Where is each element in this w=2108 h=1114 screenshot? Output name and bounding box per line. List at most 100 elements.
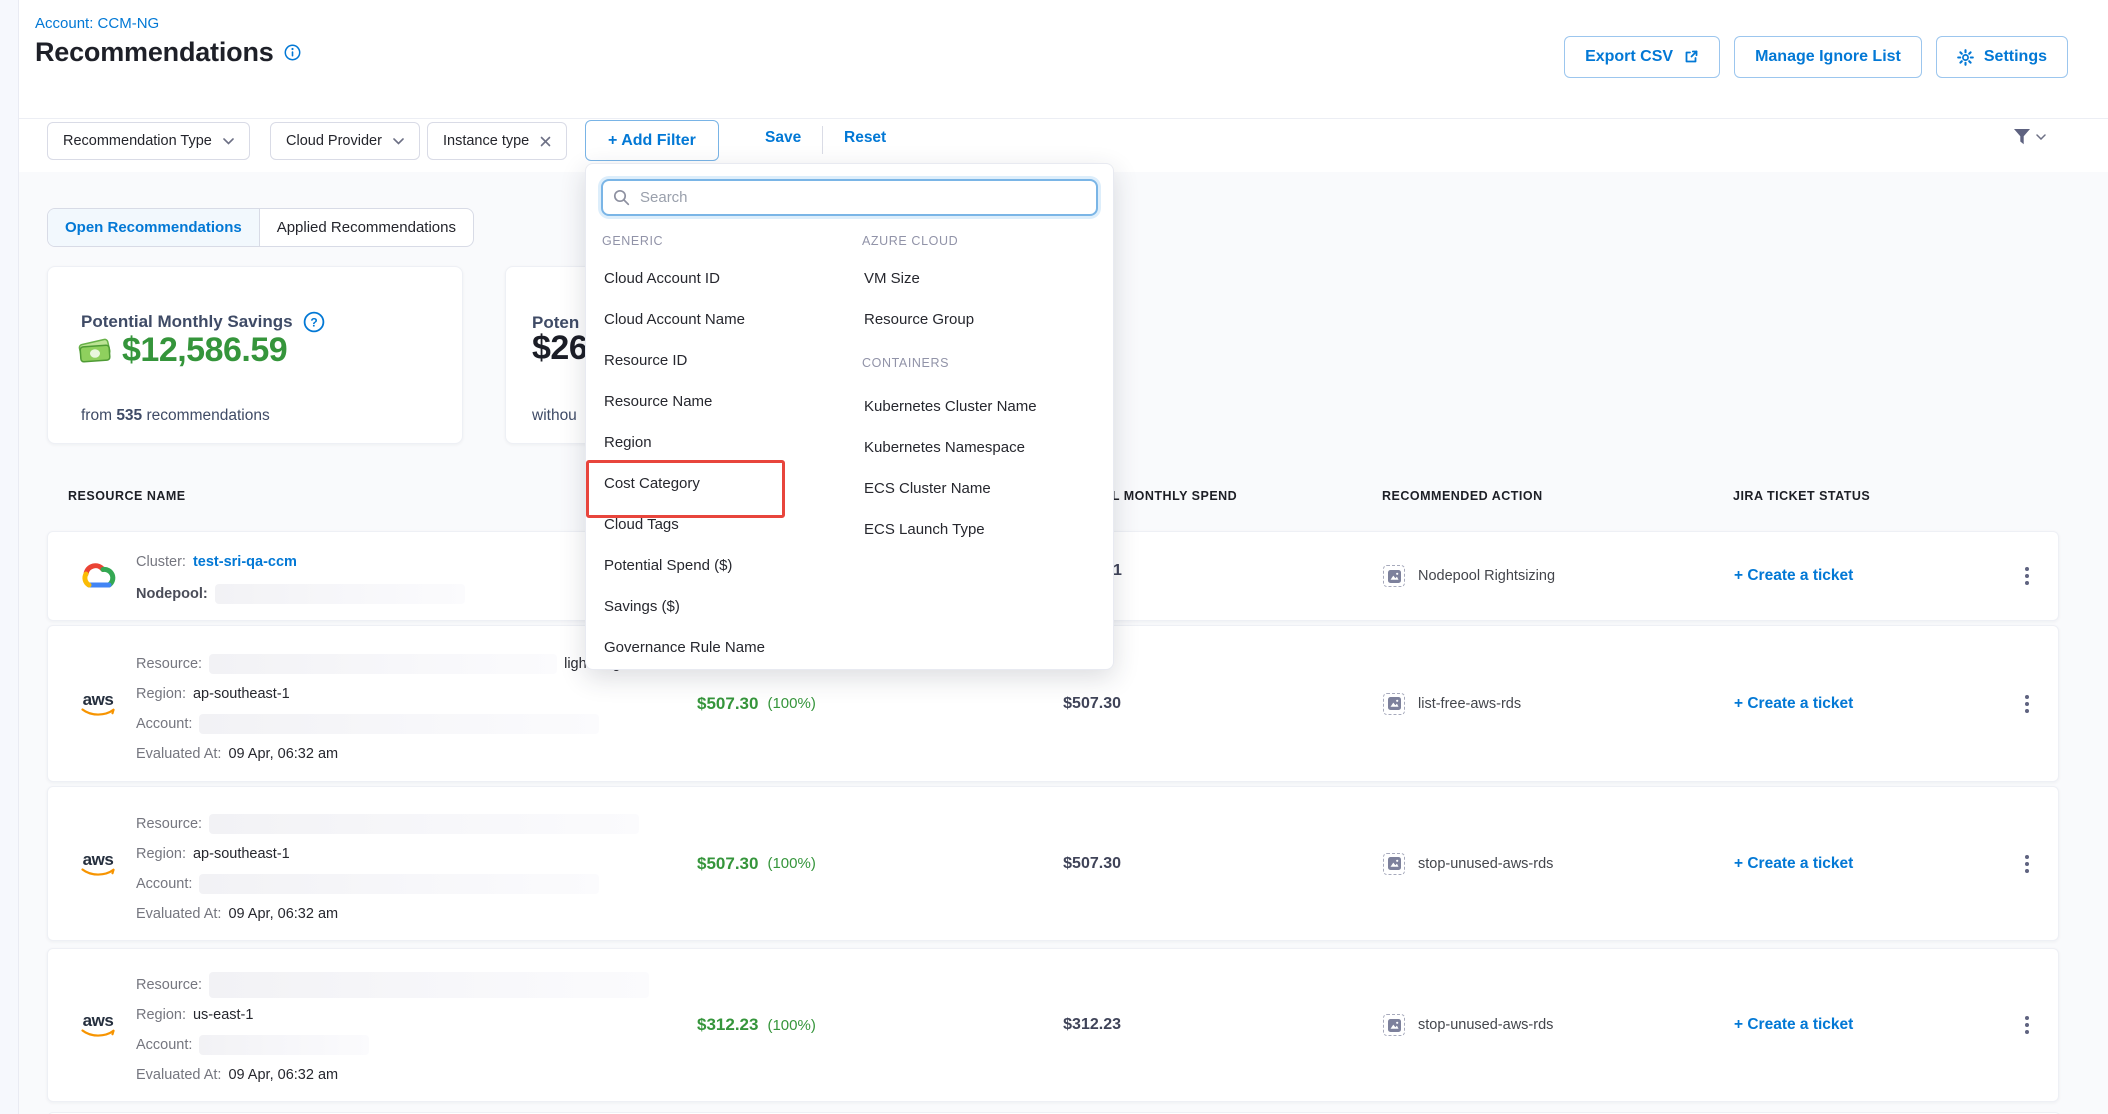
chip-label: Instance type	[443, 133, 529, 149]
jira-ticket-cell: + Create a ticket	[1734, 787, 1853, 940]
row-menu-kebab-icon[interactable]	[2021, 851, 2033, 877]
filter-option-ecs-launch-type[interactable]: ECS Launch Type	[862, 509, 1102, 550]
search-icon	[613, 189, 630, 206]
account-label: Account:	[136, 716, 192, 732]
topbar: Account: CCM-NG Recommendations Export C…	[19, 0, 2108, 119]
filter-option-cloud-account-name[interactable]: Cloud Account Name	[602, 299, 854, 340]
redacted-account-value	[199, 1035, 369, 1055]
info-icon[interactable]	[284, 44, 301, 61]
tab-applied-recommendations[interactable]: Applied Recommendations	[260, 209, 473, 246]
savings-amount: $12,586.59	[122, 331, 287, 370]
aws-icon: aws	[75, 1012, 121, 1038]
create-ticket-link[interactable]: + Create a ticket	[1734, 567, 1853, 585]
row-menu-kebab-icon[interactable]	[2021, 1012, 2033, 1038]
total-spend-cell: $507.30	[1063, 787, 1121, 940]
chevron-down-icon	[223, 138, 234, 145]
potential-savings-cell: $507.30 (100%)	[697, 787, 816, 940]
create-ticket-link[interactable]: + Create a ticket	[1734, 855, 1853, 873]
reset-filter-link[interactable]: Reset	[844, 129, 886, 147]
recommendation-type-icon	[1383, 1014, 1405, 1036]
recommended-action-label: stop-unused-aws-rds	[1418, 856, 1553, 872]
add-filter-button[interactable]: + Add Filter	[585, 120, 719, 161]
redacted-resource-value	[209, 972, 649, 998]
filter-option-resource-name[interactable]: Resource Name	[602, 381, 854, 422]
evaluated-value: 09 Apr, 06:32 am	[228, 746, 338, 762]
filter-option-kubernetes-namespace[interactable]: Kubernetes Namespace	[862, 427, 1102, 468]
recommended-action-cell: stop-unused-aws-rds	[1383, 949, 1553, 1101]
export-csv-button[interactable]: Export CSV	[1564, 36, 1720, 78]
potential-monthly-savings-card: Potential Monthly Savings ? $12,586.59 f…	[47, 266, 463, 444]
resource-label: Resource:	[136, 977, 202, 993]
resource-line: Resource:	[136, 810, 639, 838]
redacted-resource-value	[209, 814, 639, 834]
filter-chip-cloud-provider[interactable]: Cloud Provider	[270, 122, 420, 160]
create-ticket-link[interactable]: + Create a ticket	[1734, 1016, 1853, 1034]
create-ticket-link[interactable]: + Create a ticket	[1734, 695, 1853, 713]
row-menu-kebab-icon[interactable]	[2021, 563, 2033, 589]
filter-option-governance-rule-name[interactable]: Governance Rule Name	[602, 627, 854, 668]
redacted-account-value	[199, 714, 599, 734]
savings-card-title-row: Potential Monthly Savings ?	[81, 311, 325, 333]
dropdown-generic-column: GENERIC Cloud Account ID Cloud Account N…	[602, 224, 854, 668]
divider	[822, 126, 823, 154]
account-line: Account:	[136, 1031, 369, 1059]
chevron-down-icon	[393, 138, 404, 145]
filter-option-cloud-tags[interactable]: Cloud Tags	[602, 504, 854, 545]
filter-option-cloud-account-id[interactable]: Cloud Account ID	[602, 258, 854, 299]
region-label: Region:	[136, 686, 186, 702]
filter-option-savings[interactable]: Savings ($)	[602, 586, 854, 627]
cluster-name-link[interactable]: test-sri-qa-ccm	[193, 554, 297, 570]
recommendation-type-icon	[1383, 693, 1405, 715]
gcp-icon	[75, 558, 121, 594]
savings-amount: $312.23	[697, 1015, 758, 1035]
help-icon[interactable]: ?	[303, 311, 325, 333]
page-title-row: Recommendations	[35, 37, 301, 68]
total-spend-fragment: 1	[1113, 562, 1122, 580]
region-line: Region: ap-southeast-1	[136, 680, 290, 708]
savings-percent: (100%)	[767, 855, 815, 872]
search-input[interactable]	[638, 188, 1086, 207]
table-row[interactable]: aws Resource: Region: us-east-1 Account:…	[47, 948, 2059, 1102]
settings-button[interactable]: Settings	[1936, 36, 2068, 78]
filter-option-vm-size[interactable]: VM Size	[862, 258, 1102, 299]
filter-chip-instance-type[interactable]: Instance type	[427, 122, 567, 160]
dropdown-cloud-column: AZURE CLOUD VM Size Resource Group CONTA…	[862, 224, 1102, 550]
manage-ignore-list-button[interactable]: Manage Ignore List	[1734, 36, 1922, 78]
account-line: Account:	[136, 710, 599, 738]
cluster-label: Cluster:	[136, 554, 186, 570]
account-label: Account:	[136, 1037, 192, 1053]
cluster-line: Cluster: test-sri-qa-ccm	[136, 548, 297, 576]
filter-option-region[interactable]: Region	[602, 422, 854, 463]
redacted-account-value	[199, 874, 599, 894]
filter-option-kubernetes-cluster-name[interactable]: Kubernetes Cluster Name	[862, 386, 1102, 427]
filter-panel-toggle[interactable]	[2012, 127, 2046, 147]
region-value: ap-southeast-1	[193, 686, 290, 702]
savings-sub-prefix: from	[81, 407, 112, 424]
page-title: Recommendations	[35, 37, 274, 68]
breadcrumb-account[interactable]: Account: CCM-NG	[35, 15, 159, 32]
aws-icon: aws	[75, 851, 121, 877]
jira-ticket-cell: + Create a ticket	[1734, 949, 1853, 1101]
recommended-action-label: stop-unused-aws-rds	[1418, 1017, 1553, 1033]
potential-savings-cell: $312.23 (100%)	[697, 949, 816, 1101]
close-icon[interactable]	[540, 136, 551, 147]
filter-option-resource-id[interactable]: Resource ID	[602, 340, 854, 381]
nodepool-label: Nodepool:	[136, 586, 208, 602]
row-menu-kebab-icon[interactable]	[2021, 691, 2033, 717]
tab-open-recommendations[interactable]: Open Recommendations	[48, 209, 260, 246]
savings-card-value-row: $12,586.59	[76, 331, 287, 370]
filter-option-potential-spend[interactable]: Potential Spend ($)	[602, 545, 854, 586]
filter-chip-recommendation-type[interactable]: Recommendation Type	[47, 122, 250, 160]
svg-text:?: ?	[310, 315, 317, 329]
region-label: Region:	[136, 1007, 186, 1023]
savings-card-title: Potential Monthly Savings	[81, 312, 293, 332]
dropdown-search-box	[601, 179, 1098, 216]
recommendations-tabs: Open Recommendations Applied Recommendat…	[47, 208, 474, 247]
evaluated-label: Evaluated At:	[136, 1067, 221, 1083]
save-filter-link[interactable]: Save	[765, 129, 801, 147]
filter-option-ecs-cluster-name[interactable]: ECS Cluster Name	[862, 468, 1102, 509]
filter-option-cost-category[interactable]: Cost Category	[602, 463, 854, 504]
filter-option-resource-group[interactable]: Resource Group	[862, 299, 1102, 340]
table-row[interactable]: aws Resource: Region: ap-southeast-1 Acc…	[47, 786, 2059, 941]
funnel-icon	[2012, 127, 2032, 147]
